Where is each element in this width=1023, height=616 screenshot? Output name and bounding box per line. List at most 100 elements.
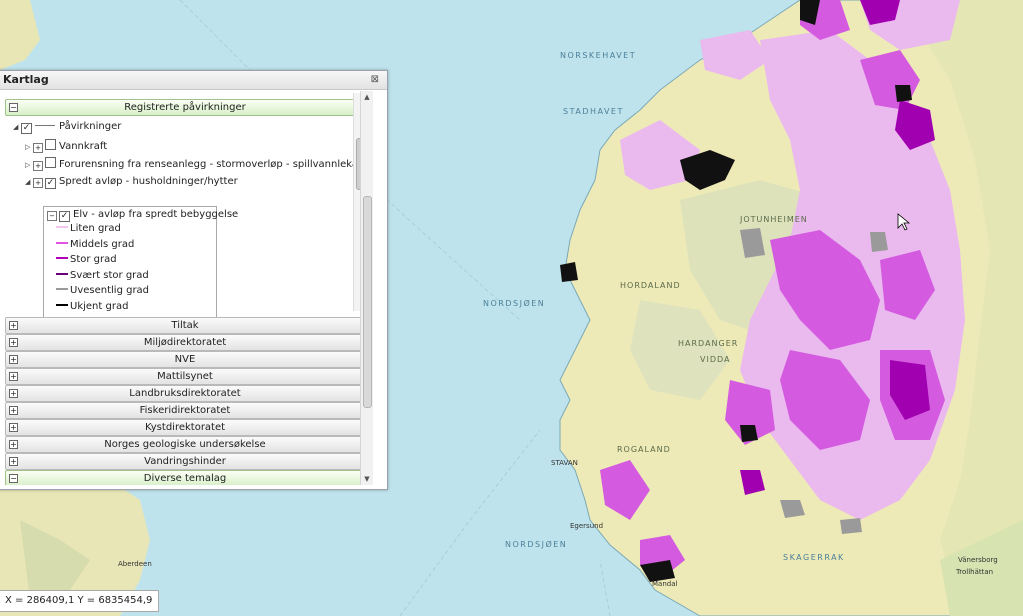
group-miljodirektoratet[interactable]: + Miljødirektoratet: [5, 334, 365, 351]
legend-label: Ukjent grad: [70, 300, 129, 312]
group-label: Registrerte påvirkninger: [124, 102, 246, 113]
label-nordsjoen-north: NORDSJØEN: [483, 298, 545, 308]
layer-slider-icon[interactable]: [35, 125, 55, 126]
legend-item: Ukjent grad: [56, 300, 128, 314]
checkbox-checked-icon[interactable]: ✓: [21, 123, 32, 134]
label-skagerrak: SKAGERRAK: [783, 553, 845, 562]
legend-item: Svært stor grad: [56, 269, 149, 283]
group-landbruksdirektoratet[interactable]: + Landbruksdirektoratet: [5, 385, 365, 402]
group-label: Norges geologiske undersøkelse: [104, 439, 266, 450]
checkbox-icon[interactable]: [45, 157, 56, 168]
collapsed-arrow-icon[interactable]: ▷: [25, 158, 33, 172]
coordinate-readout: X = 286409,1 Y = 6835454,9: [0, 590, 160, 612]
legend-line-swatch: [56, 226, 68, 228]
legend-label: Uvesentlig grad: [70, 285, 150, 296]
checkbox-checked-icon[interactable]: ✓: [45, 178, 56, 189]
expanded-arrow-icon[interactable]: ◢: [25, 175, 33, 189]
group-label: Kystdirektoratet: [144, 422, 226, 433]
layer-panel-content: − Registrerte påvirkninger ◢ ✓ Påvirkninge…: [1, 91, 375, 485]
checkbox-checked-icon[interactable]: ✓: [59, 211, 70, 222]
tree-node-vannkraft[interactable]: ▷ + Vannkraft: [25, 139, 107, 153]
group-tiltak[interactable]: + Tiltak: [5, 317, 365, 334]
expand-icon[interactable]: +: [33, 178, 43, 188]
tree-node-label: Forurensning fra renseanlegg - stormover…: [59, 159, 373, 170]
group-label: Fiskeridirektoratet: [139, 405, 231, 416]
expand-icon[interactable]: +: [9, 389, 18, 398]
layer-panel-header[interactable]: Kartlag ⊠: [0, 71, 387, 90]
layer-panel-title: Kartlag: [3, 73, 49, 86]
label-hardanger: HARDANGER: [678, 339, 738, 348]
collapse-icon[interactable]: −: [9, 474, 18, 483]
checkbox-icon[interactable]: [45, 139, 56, 150]
label-mandal: Mandal: [652, 580, 677, 588]
expand-icon[interactable]: +: [33, 161, 43, 171]
panel-scrollbar[interactable]: ▲ ▼: [360, 91, 373, 485]
tree-node-spredt-avlop[interactable]: ◢ + ✓ Spredt avløp - husholdninger/hytter: [25, 175, 238, 189]
tree-node-elv-avlop[interactable]: − ✓ Elv - avløp fra spredt bebyggelse: [47, 208, 238, 222]
legend-item: Liten grad: [56, 222, 121, 236]
label-stadhavet: STADHAVET: [563, 107, 624, 116]
legend-label: Svært stor grad: [70, 269, 149, 281]
label-hordaland: HORDALAND: [620, 281, 681, 290]
legend-line-swatch: [56, 241, 68, 244]
group-kystdirektoratet[interactable]: + Kystdirektoratet: [5, 419, 365, 436]
label-vanersborg: Vänersborg: [958, 556, 998, 564]
group-label: Vandringshinder: [144, 456, 226, 467]
tree-node-forurensning[interactable]: ▷ + Forurensning fra renseanlegg - stormov…: [25, 157, 372, 171]
group-label: Diverse temalag: [143, 473, 227, 484]
group-label: NVE: [174, 354, 196, 365]
panel-scrollbar-thumb[interactable]: [363, 196, 372, 408]
label-trollhattan: Trollhättan: [955, 568, 993, 576]
legend-item: Uvesentlig grad: [56, 284, 149, 298]
scroll-up-icon[interactable]: ▲: [361, 91, 373, 103]
tree-node-label: Elv - avløp fra spredt bebyggelse: [73, 209, 239, 220]
expand-icon[interactable]: +: [9, 457, 18, 466]
group-registrerte-pavirkninger[interactable]: − Registrerte påvirkninger: [5, 99, 365, 116]
expand-arrow-icon[interactable]: ◢: [13, 120, 21, 134]
group-vandringshinder[interactable]: + Vandringshinder: [5, 453, 365, 470]
expand-icon[interactable]: +: [9, 372, 18, 381]
group-diverse-temalag[interactable]: − Diverse temalag: [5, 470, 365, 485]
close-icon[interactable]: ⊠: [371, 71, 379, 89]
legend-line-swatch: [56, 257, 68, 259]
label-stavanger: STAVAN: [551, 459, 578, 467]
collapse-icon[interactable]: −: [47, 211, 57, 221]
label-aberdeen: Aberdeen: [118, 560, 152, 568]
label-jotunheimen: JOTUNHEIMEN: [739, 215, 808, 224]
expand-icon[interactable]: +: [9, 338, 18, 347]
tree-node-label: Påvirkninger: [59, 121, 122, 132]
group-label: Landbruksdirektoratet: [129, 388, 241, 399]
layer-panel: Kartlag ⊠ − Registrerte påvirkninger ◢ ✓ P…: [0, 70, 388, 490]
group-label: Miljødirektoratet: [143, 337, 227, 348]
collapse-icon[interactable]: −: [9, 103, 18, 112]
expand-icon[interactable]: +: [9, 321, 18, 330]
legend-line-swatch: [56, 272, 68, 275]
legend-item: Stor grad: [56, 253, 117, 267]
expand-icon[interactable]: +: [33, 143, 43, 153]
group-fiskeridirektoratet[interactable]: + Fiskeridirektoratet: [5, 402, 365, 419]
legend-line-swatch: [56, 303, 68, 306]
legend-item: Middels grad: [56, 238, 134, 252]
label-egersund: Egersund: [570, 522, 603, 530]
legend-label: Stor grad: [70, 254, 117, 265]
group-label: Tiltak: [171, 320, 199, 331]
legend-line-swatch: [56, 288, 68, 290]
expand-icon[interactable]: +: [9, 423, 18, 432]
legend-label: Middels grad: [70, 238, 135, 250]
expand-icon[interactable]: +: [9, 406, 18, 415]
group-label: Mattilsynet: [157, 371, 213, 382]
expand-icon[interactable]: +: [9, 355, 18, 364]
label-rogaland: ROGALAND: [617, 445, 671, 454]
label-norskehavet: NORSKEHAVET: [560, 51, 636, 60]
expand-icon[interactable]: +: [9, 440, 18, 449]
group-mattilsynet[interactable]: + Mattilsynet: [5, 368, 365, 385]
group-norges-geologiske[interactable]: + Norges geologiske undersøkelse: [5, 436, 365, 453]
group-nve[interactable]: + NVE: [5, 351, 365, 368]
label-nordsjoen-south: NORDSJØEN: [505, 539, 567, 549]
collapsed-arrow-icon[interactable]: ▷: [25, 140, 33, 154]
legend-elv-avlop: − ✓ Elv - avløp fra spredt bebyggelse Lite…: [43, 206, 238, 318]
scroll-down-icon[interactable]: ▼: [361, 473, 373, 485]
tree-node-pavirkninger[interactable]: ◢ ✓ Påvirkninger: [13, 120, 121, 134]
tree-node-label: Spredt avløp - husholdninger/hytter: [59, 176, 238, 187]
tree-node-label: Vannkraft: [59, 141, 108, 152]
